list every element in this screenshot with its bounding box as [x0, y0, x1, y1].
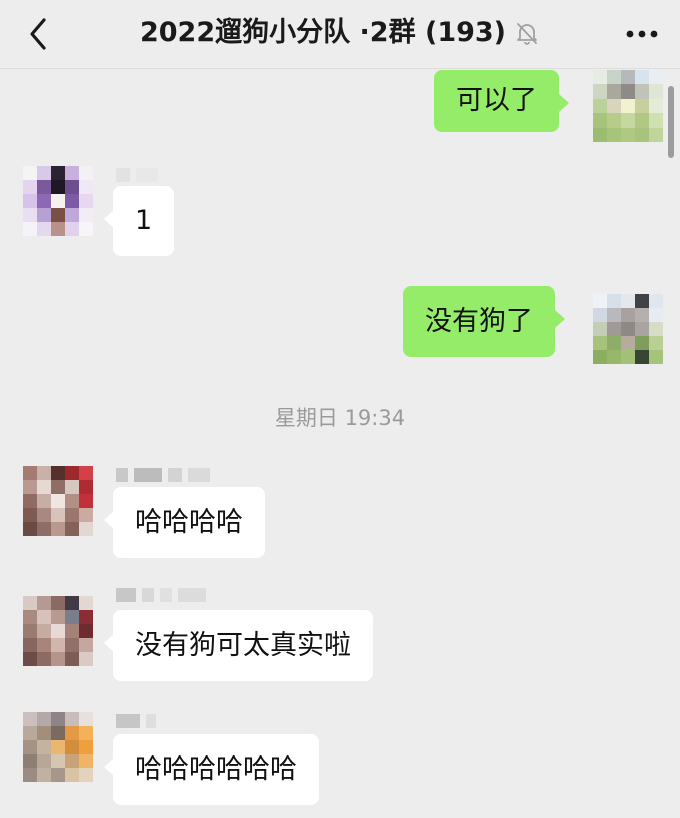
avatar[interactable] — [593, 70, 663, 142]
message-text: 可以了 — [456, 85, 537, 116]
message-bubble-incoming[interactable]: 哈哈哈哈 — [104, 487, 265, 558]
avatar[interactable] — [23, 712, 93, 782]
message-text: 1 — [135, 205, 153, 236]
message-bubble-outgoing[interactable]: 可以了 — [434, 70, 569, 132]
message-bubble-incoming[interactable]: 1 — [103, 186, 175, 256]
sender-name — [116, 468, 210, 482]
avatar[interactable] — [23, 596, 93, 666]
message-text: 哈哈哈哈 — [135, 506, 243, 538]
avatar[interactable] — [23, 466, 93, 536]
timestamp: 星期日 19:34 — [274, 406, 406, 430]
more-dots-icon — [626, 30, 658, 38]
avatar[interactable] — [23, 166, 93, 236]
bell-muted-icon — [517, 23, 537, 45]
sender-name — [116, 714, 156, 728]
scrollbar[interactable] — [668, 86, 674, 158]
message-bubble-incoming[interactable]: 没有狗可太真实啦 — [104, 610, 373, 681]
chat-header: 2022遛狗小分队 ·2群 (193) — [0, 0, 680, 69]
message-text: 没有狗可太真实啦 — [135, 629, 351, 661]
message-text: 哈哈哈哈哈哈 — [135, 753, 297, 785]
more-button[interactable] — [622, 16, 662, 52]
sender-name — [116, 588, 206, 602]
message-bubble-outgoing[interactable]: 没有狗了 — [403, 286, 565, 357]
chat-title-area: 2022遛狗小分队 ·2群 (193) — [0, 14, 680, 52]
avatar[interactable] — [593, 294, 663, 364]
message-bubble-incoming[interactable]: 哈哈哈哈哈哈 — [104, 734, 319, 805]
sender-name — [116, 168, 158, 182]
chat-title: 2022遛狗小分队 ·2群 (193) — [139, 17, 507, 48]
message-text: 没有狗了 — [425, 305, 533, 337]
